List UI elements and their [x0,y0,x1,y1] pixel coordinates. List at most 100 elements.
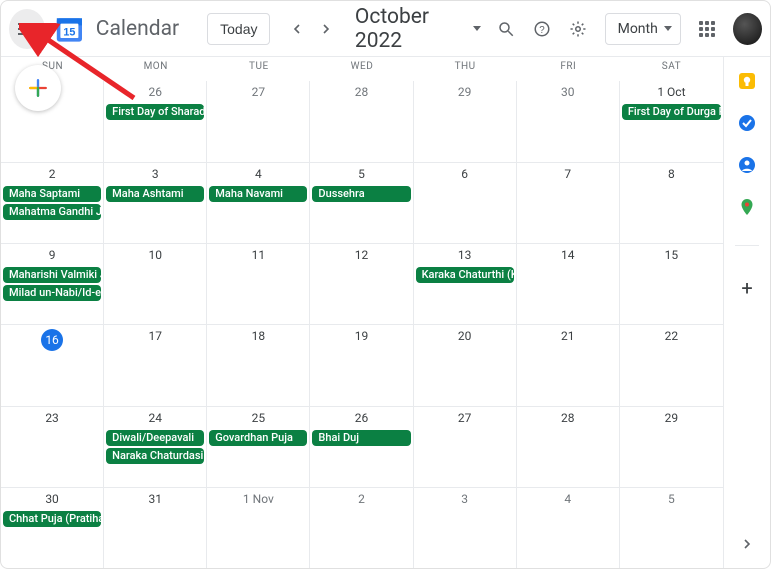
day-cell[interactable]: 19 [310,325,413,405]
day-cell[interactable]: 27 [207,81,310,162]
calendar-event[interactable]: Diwali/Deepavali [106,430,204,446]
hamburger-icon [18,23,36,35]
week-row: 16171819202122 [1,324,723,405]
day-cell[interactable]: 27 [414,407,517,487]
day-cell[interactable]: 11 [207,244,310,324]
google-apps-button[interactable] [691,11,723,47]
caret-down-icon [664,26,672,31]
calendar-event[interactable]: Naraka Chaturdasi [106,448,204,464]
day-cell[interactable]: 30Chhat Puja (Pratihar [1,488,104,568]
tasks-icon[interactable] [737,113,757,133]
day-cell[interactable]: 16 [1,325,104,405]
day-number: 26 [104,81,206,103]
calendar-event[interactable]: Karaka Chaturthi (Ka [416,267,514,283]
calendar-event[interactable]: Maha Ashtami [106,186,204,202]
help-button[interactable]: ? [526,11,558,47]
day-cell[interactable]: 20 [414,325,517,405]
day-number: 2 [1,163,103,185]
calendar-event[interactable]: Bhai Duj [312,430,410,446]
day-cell[interactable]: 18 [207,325,310,405]
search-icon [497,20,515,38]
day-number: 4 [517,488,619,510]
day-cell[interactable]: 22 [620,325,723,405]
day-number: 21 [517,325,619,347]
today-button[interactable]: Today [207,13,270,45]
hide-side-panel-button[interactable] [735,532,759,556]
day-cell[interactable]: 21 [517,325,620,405]
day-number: 15 [620,244,723,266]
contacts-icon[interactable] [737,155,757,175]
day-cell[interactable]: 24Diwali/DeepavaliNaraka Chaturdasi [104,407,207,487]
day-number: 14 [517,244,619,266]
calendar-event[interactable]: Dussehra [312,186,410,202]
month-picker[interactable]: October 2022 [355,5,481,53]
calendar-event[interactable]: First Day of Sharad Nav [106,104,204,120]
day-cell[interactable]: 30 [517,81,620,162]
day-cell[interactable]: 4Maha Navami [207,163,310,243]
account-avatar[interactable] [733,13,762,45]
calendar-event[interactable]: Govardhan Puja [209,430,307,446]
day-number: 1 Oct [620,81,723,103]
day-cell[interactable]: 15 [620,244,723,324]
day-cell[interactable]: 4 [517,488,620,568]
month-label-text: October 2022 [355,5,467,53]
day-cell[interactable]: 29 [414,81,517,162]
calendar-event[interactable]: Maharishi Valmiki Ja [3,267,101,283]
day-cell[interactable]: 23 [1,407,104,487]
day-number: 29 [620,407,723,429]
day-cell[interactable]: 12 [310,244,413,324]
keep-icon[interactable] [737,71,757,91]
day-number: 17 [104,325,206,347]
calendar-event[interactable]: Mahatma Gandhi Ja [3,204,101,220]
day-cell[interactable]: 7 [517,163,620,243]
chevron-right-icon [742,539,752,549]
svg-text:15: 15 [63,26,75,38]
day-cell[interactable]: 29 [620,407,723,487]
calendar-event[interactable]: Maha Navami [209,186,307,202]
day-cell[interactable]: 28 [517,407,620,487]
day-cell[interactable]: 2Maha Saptami Mahatma Gandhi Ja [1,163,104,243]
next-month-button[interactable] [314,15,339,43]
day-cell[interactable]: 9Maharishi Valmiki Ja Milad un-Nabi/Id-e-… [1,244,104,324]
view-switcher[interactable]: Month [605,13,681,45]
day-cell[interactable]: 2 [310,488,413,568]
day-cell[interactable]: 25Govardhan Puja [207,407,310,487]
day-cell[interactable]: 6 [414,163,517,243]
day-cell[interactable]: 3 [414,488,517,568]
day-number: 4 [207,163,309,185]
calendar-event[interactable]: Milad un-Nabi/Id-e-M [3,285,101,301]
get-addons-button[interactable]: + [737,278,757,298]
day-number: 19 [310,325,412,347]
day-cell[interactable]: 17 [104,325,207,405]
day-number: 7 [517,163,619,185]
main-menu-button[interactable] [9,9,45,49]
day-cell[interactable]: 26First Day of Sharad Nav [104,81,207,162]
day-cell[interactable]: 14 [517,244,620,324]
day-cell[interactable]: 31 [104,488,207,568]
day-cell[interactable]: 5 [620,488,723,568]
calendar-event[interactable]: First Day of Durga Puja [622,104,721,120]
day-number: 5 [620,488,723,510]
search-button[interactable] [489,11,521,47]
day-cell[interactable]: 13Karaka Chaturthi (Ka [414,244,517,324]
day-number: 3 [414,488,516,510]
create-event-fab[interactable] [15,65,61,111]
maps-icon[interactable] [737,197,757,217]
calendar-event[interactable]: Chhat Puja (Pratihar [3,511,101,527]
day-cell[interactable]: 1 Nov [207,488,310,568]
day-cell[interactable]: 10 [104,244,207,324]
apps-grid-icon [699,21,715,37]
day-number: 2 [310,488,412,510]
day-cell[interactable]: 26Bhai Duj [310,407,413,487]
day-cell[interactable]: 3Maha Ashtami [104,163,207,243]
calendar-event[interactable]: Maha Saptami [3,186,101,202]
day-cell[interactable]: 8 [620,163,723,243]
svg-text:?: ? [539,24,545,35]
day-cell[interactable]: 28 [310,81,413,162]
prev-month-button[interactable] [284,15,309,43]
day-number: 9 [1,244,103,266]
day-header: FRI [517,61,620,81]
settings-button[interactable] [562,11,594,47]
day-cell[interactable]: 1 OctFirst Day of Durga Puja [620,81,723,162]
day-cell[interactable]: 5Dussehra [310,163,413,243]
